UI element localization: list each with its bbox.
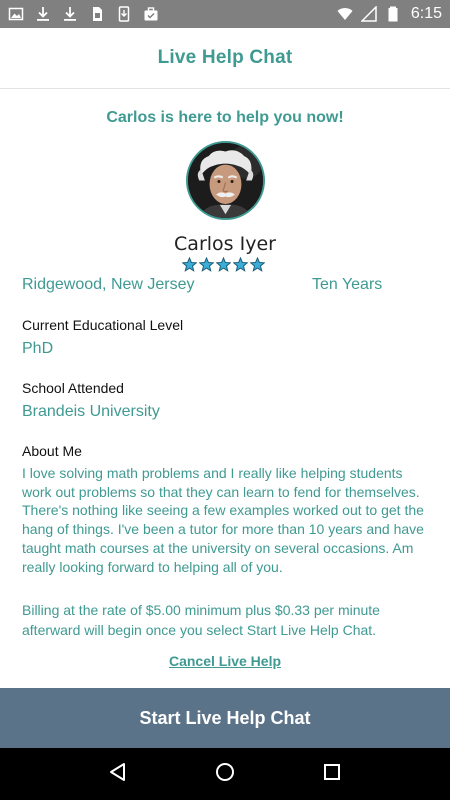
download-icon (35, 6, 51, 22)
recents-button[interactable] (312, 754, 352, 794)
wifi-icon (337, 6, 353, 22)
cancel-live-help-link[interactable]: Cancel Live Help (0, 653, 450, 669)
image-icon (8, 6, 24, 22)
page-title: Live Help Chat (157, 47, 293, 68)
download-icon (62, 6, 78, 22)
billing-notice: Billing at the rate of $5.00 minimum plu… (22, 602, 380, 638)
star-rating (182, 257, 265, 275)
education-label: Current Educational Level (22, 317, 184, 333)
home-button[interactable] (205, 754, 245, 794)
home-icon (214, 761, 236, 788)
tutor-location: Ridgewood, New Jersey (22, 276, 195, 293)
tutor-name: Carlos Iyer (174, 233, 276, 255)
app-bar: Live Help Chat (0, 28, 450, 89)
back-icon (107, 761, 129, 788)
star-icon (216, 257, 231, 272)
education-value: PhD (22, 340, 54, 357)
signal-icon (360, 6, 377, 22)
recents-icon (321, 761, 343, 788)
tutor-experience: Ten Years (312, 276, 383, 293)
avatar (186, 141, 265, 220)
phone-download-icon (116, 6, 132, 22)
battery-icon (385, 6, 401, 22)
about-text: I love solving math problems and I reall… (22, 465, 424, 575)
back-button[interactable] (98, 754, 138, 794)
navigation-bar (0, 748, 450, 800)
system-icons: 6:15 (337, 5, 442, 23)
start-live-help-chat-button[interactable]: Start Live Help Chat (0, 688, 450, 748)
school-label: School Attended (22, 380, 124, 396)
star-icon (233, 257, 248, 272)
status-bar: 6:15 (0, 0, 450, 28)
clock: 6:15 (410, 5, 442, 22)
notification-icons (8, 6, 159, 22)
star-icon (199, 257, 214, 272)
star-icon (250, 257, 265, 272)
about-label: About Me (22, 443, 82, 459)
school-value: Brandeis University (22, 403, 160, 420)
tutor-profile: Carlos is here to help you now! Carlos I… (0, 89, 450, 688)
briefcase-icon (143, 6, 159, 22)
star-icon (182, 257, 197, 272)
sim-card-icon (89, 6, 105, 22)
helper-banner: Carlos is here to help you now! (106, 109, 344, 126)
